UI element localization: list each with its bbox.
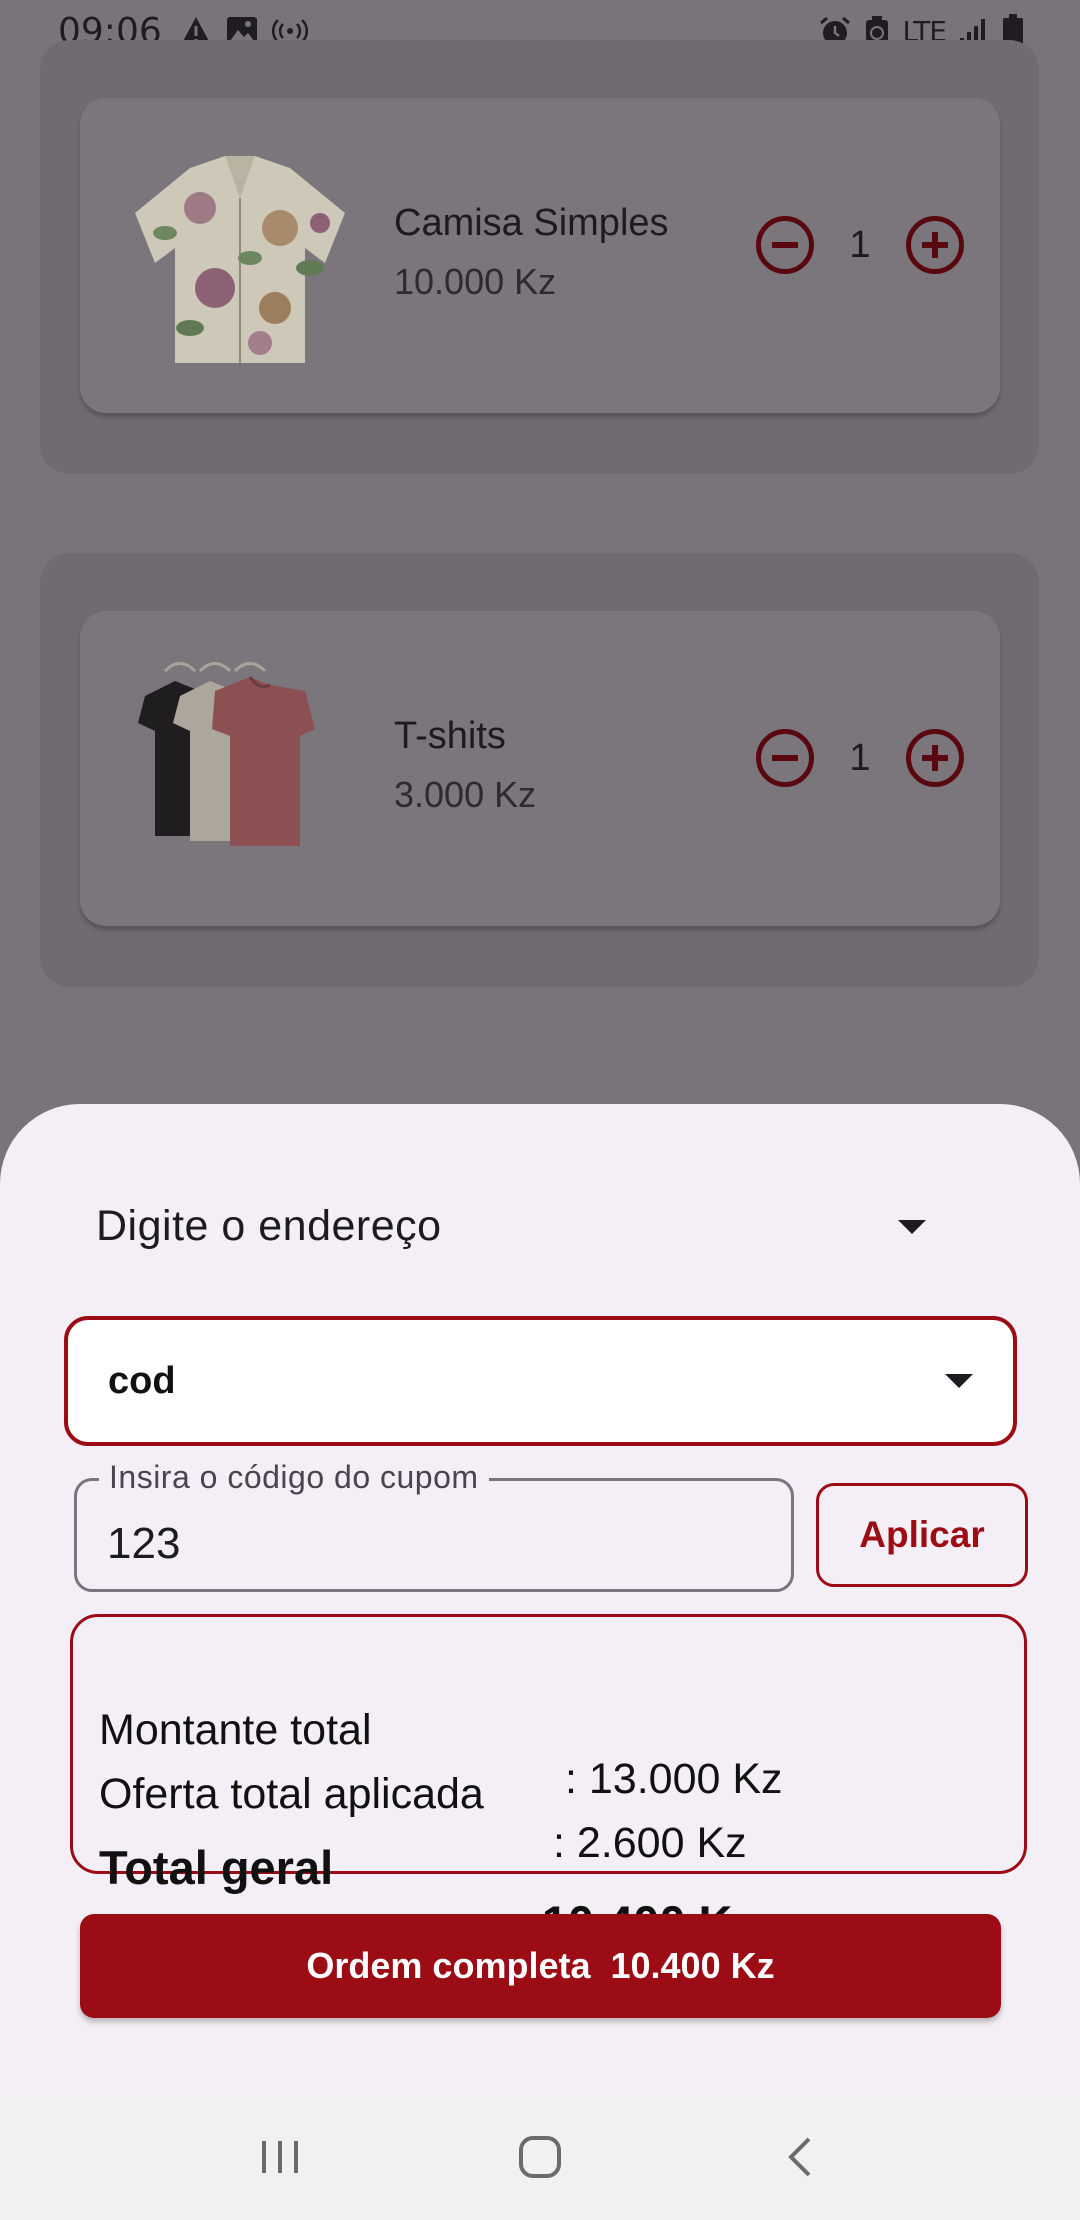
payment-method-select[interactable]: cod (64, 1316, 1017, 1446)
product-image-floral-shirt (135, 156, 345, 363)
decrease-quantity-button[interactable] (756, 729, 814, 787)
address-dropdown-label: Digite o endereço (96, 1202, 442, 1250)
system-nav-bar (0, 2094, 1080, 2220)
cart-item[interactable]: T-shits 3.000 Kz 1 (80, 611, 1000, 926)
quantity-stepper: 1 (756, 216, 964, 274)
order-summary: Montante total : 13.000 Kz Oferta total … (70, 1614, 1027, 1949)
cart-item[interactable]: Camisa Simples 10.000 Kz 1 (80, 98, 1000, 413)
address-dropdown[interactable]: Digite o endereço (96, 1202, 926, 1251)
coupon-input-label: Insira o código do cupom (99, 1459, 489, 1496)
apply-coupon-button[interactable]: Aplicar (816, 1483, 1028, 1587)
coupon-input-value[interactable]: 123 (107, 1519, 180, 1569)
dropdown-arrow-icon (898, 1219, 926, 1234)
increase-quantity-button[interactable] (906, 729, 964, 787)
dropdown-arrow-icon (945, 1374, 973, 1388)
quantity-value: 1 (849, 736, 871, 779)
summary-grand-total-label: Total geral (99, 1841, 334, 1894)
back-icon[interactable] (760, 2117, 840, 2197)
summary-total-amount-value: : 13.000 Kz (565, 1755, 783, 1803)
home-icon[interactable] (500, 2117, 580, 2197)
item-name: T-shits (394, 715, 506, 757)
product-image-tshirts (138, 662, 315, 846)
checkout-bottom-sheet: Digite o endereço cod Insira o código do… (0, 1104, 1080, 2094)
item-price: 10.000 Kz (394, 261, 557, 302)
complete-order-button[interactable]: Ordem completa 10.400 Kz (80, 1914, 1001, 2018)
summary-offer-value: : 2.600 Kz (553, 1819, 747, 1867)
quantity-value: 1 (849, 223, 871, 266)
item-name: Camisa Simples (394, 202, 669, 244)
cart-card: T-shits 3.000 Kz 1 (40, 553, 1039, 987)
increase-quantity-button[interactable] (906, 216, 964, 274)
quantity-stepper: 1 (756, 729, 964, 787)
recents-icon[interactable] (240, 2117, 320, 2197)
item-price: 3.000 Kz (394, 774, 537, 815)
coupon-input[interactable]: Insira o código do cupom 123 (74, 1459, 794, 1592)
payment-method-value: cod (108, 1359, 176, 1402)
decrease-quantity-button[interactable] (756, 216, 814, 274)
cart-card: Camisa Simples 10.000 Kz 1 (40, 40, 1039, 474)
